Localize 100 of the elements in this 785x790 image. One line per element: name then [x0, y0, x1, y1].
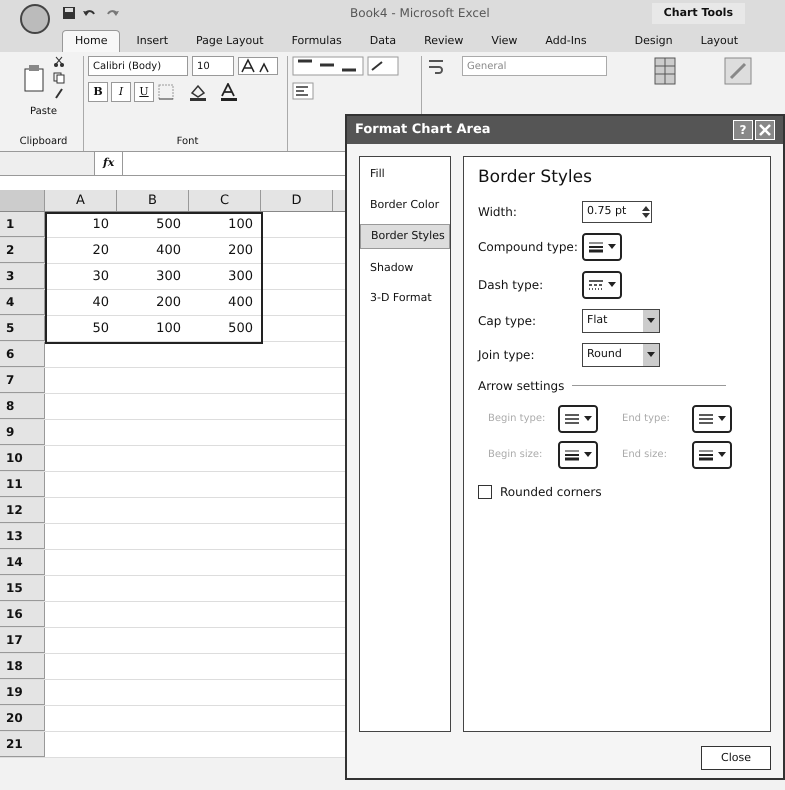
row-header[interactable]: 14	[0, 550, 45, 575]
copy-icon[interactable]	[52, 72, 64, 84]
window-title: Book4 - Microsoft Excel	[350, 5, 490, 22]
row-header[interactable]: 3	[0, 264, 45, 289]
ribbon-tab[interactable]: Insert	[124, 30, 180, 52]
ribbon-tab[interactable]: Home	[62, 30, 120, 52]
width-label: Width:	[478, 204, 518, 220]
width-spinner[interactable]: 0.75 pt	[582, 200, 652, 222]
lines-icon	[564, 448, 580, 462]
row-header[interactable]: 4	[0, 290, 45, 315]
arrow-setting-label: End size:	[622, 448, 668, 462]
align-left-icon[interactable]	[292, 82, 314, 100]
table-cell-text: 400	[156, 242, 181, 260]
row-header[interactable]: 8	[0, 394, 45, 419]
row-header[interactable]: 6	[0, 342, 45, 367]
ribbon-tab[interactable]: Layout	[688, 30, 750, 52]
number-format-field[interactable]: General	[462, 56, 607, 76]
ribbon-tab[interactable]: View	[479, 30, 530, 52]
caret-icon	[718, 416, 726, 421]
nav-item[interactable]: Border Color	[360, 194, 450, 216]
brush-icon[interactable]	[52, 88, 64, 100]
column-header[interactable]: C	[189, 190, 261, 211]
function-label[interactable]: fx	[95, 155, 122, 172]
arrow-setting-label: Begin size:	[488, 448, 544, 462]
row-header[interactable]: 18	[0, 654, 45, 679]
table-cell-text: 400	[228, 294, 253, 312]
row-header[interactable]: 10	[0, 446, 45, 471]
join-type-dropdown[interactable]: Round	[582, 342, 660, 366]
cap-type-dropdown[interactable]: Flat	[582, 308, 660, 332]
nav-item[interactable]: 3-D Format	[360, 287, 450, 310]
compound-type-dropdown[interactable]	[582, 232, 622, 260]
help-button[interactable]: ?	[733, 120, 753, 140]
dashed-lines-icon	[588, 278, 604, 292]
ribbon-tab[interactable]: Page Layout	[184, 30, 276, 52]
nav-item[interactable]: Border Styles	[360, 224, 450, 248]
lines-icon	[588, 240, 604, 254]
row-header[interactable]: 13	[0, 524, 45, 549]
lines-icon	[698, 448, 714, 462]
group-label: Arrow settings	[478, 378, 564, 394]
row-header[interactable]: 20	[0, 706, 45, 731]
row-header[interactable]: 19	[0, 680, 45, 705]
underline-button[interactable]: U	[134, 82, 154, 102]
caret-icon	[584, 452, 592, 457]
nav-item[interactable]: Shadow	[360, 256, 450, 279]
table-cell-text: 100	[156, 320, 181, 338]
nav-item[interactable]: Fill	[360, 163, 450, 186]
ribbon-tab[interactable]: Review	[412, 30, 476, 52]
paste-label[interactable]: Paste	[30, 104, 57, 119]
save-icon[interactable]	[62, 6, 76, 20]
row-header[interactable]: 11	[0, 472, 45, 497]
table-cell-text: 200	[156, 294, 181, 312]
close-icon[interactable]	[755, 120, 775, 140]
bold-button[interactable]: B	[88, 82, 108, 102]
caret-icon	[608, 244, 616, 249]
row-header[interactable]: 7	[0, 368, 45, 393]
table-cell-text: 10	[92, 216, 109, 234]
font-size-field[interactable]: 10	[192, 56, 234, 76]
column-header[interactable]: B	[117, 190, 189, 211]
rounded-corners-checkbox[interactable]	[478, 484, 492, 498]
close-button[interactable]: Close	[701, 746, 771, 770]
chart-style-icon[interactable]	[723, 56, 753, 86]
arrow-setting-label: Begin type:	[488, 412, 546, 426]
clipboard-icon[interactable]	[22, 63, 44, 93]
group-label: Clipboard	[20, 135, 68, 149]
rounded-corners-label: Rounded corners	[500, 484, 602, 500]
arrow-setting-dropdown[interactable]	[558, 404, 598, 432]
row-header[interactable]: 16	[0, 602, 45, 627]
arrow-setting-dropdown[interactable]	[692, 440, 732, 468]
font-grow-icon[interactable]	[238, 57, 278, 75]
ribbon-tab[interactable]: Design	[622, 30, 685, 52]
row-header[interactable]: 9	[0, 420, 45, 445]
column-header[interactable]: D	[261, 190, 333, 211]
dialog-title: Format Chart Area	[355, 121, 491, 140]
arrow-setting-dropdown[interactable]	[558, 440, 598, 468]
italic-button[interactable]: I	[111, 82, 131, 102]
row-header[interactable]: 21	[0, 732, 45, 757]
scissors-icon[interactable]	[52, 56, 64, 68]
ribbon-tab[interactable]: Formulas	[280, 30, 354, 52]
font-name-field[interactable]: Calibri (Body)	[88, 56, 188, 76]
table-cell-text: 300	[156, 268, 181, 286]
caret-icon	[584, 416, 592, 421]
arrow-setting-label: End type:	[622, 412, 671, 426]
table-cell-text: 30	[92, 268, 109, 286]
row-header[interactable]: 12	[0, 498, 45, 523]
group-label: Font	[176, 135, 200, 149]
row-header[interactable]: 17	[0, 628, 45, 653]
table-cell-text: 50	[92, 320, 109, 338]
column-header[interactable]: A	[45, 190, 117, 211]
ribbon-tab[interactable]: Add-Ins	[533, 30, 599, 52]
row-header[interactable]: 5	[0, 316, 45, 341]
table-cell-text: 100	[228, 216, 253, 234]
ribbon-tab[interactable]: Data	[358, 30, 408, 52]
row-header[interactable]: 2	[0, 238, 45, 263]
arrow-lines-icon	[564, 412, 580, 426]
dash-type-dropdown[interactable]	[582, 270, 622, 298]
office-button[interactable]	[20, 4, 50, 34]
compound-type-label: Compound type:	[478, 238, 579, 256]
row-header[interactable]: 15	[0, 576, 45, 601]
row-header[interactable]: 1	[0, 212, 45, 237]
arrow-setting-dropdown[interactable]	[692, 404, 732, 432]
